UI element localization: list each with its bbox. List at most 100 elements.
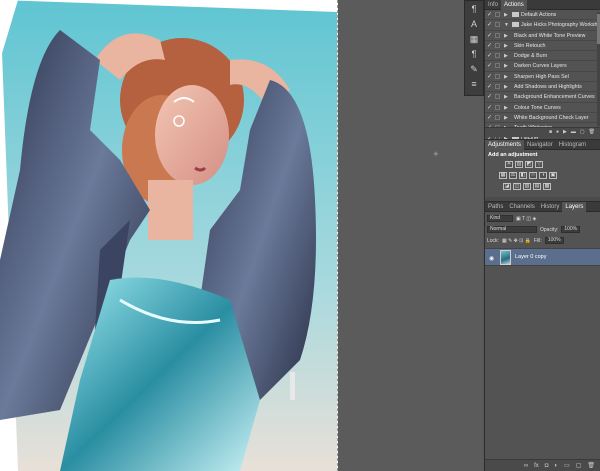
opacity-field[interactable]: 100% — [561, 226, 581, 233]
action-row[interactable]: ✓ ▶ Colour Tone Curves — [485, 103, 600, 113]
paragraph-icon[interactable]: ¶ — [465, 47, 483, 61]
tab-adjustments[interactable]: Adjustments — [485, 140, 525, 150]
toggle-check-icon[interactable]: ✓ — [487, 10, 492, 20]
dialog-toggle-icon[interactable] — [495, 22, 500, 28]
delete-layer-icon[interactable]: 🗑 — [587, 460, 595, 471]
expand-arrow-icon[interactable]: ▶ — [504, 72, 508, 82]
toggle-check-icon[interactable]: ✓ — [487, 72, 492, 82]
toggle-check-icon[interactable]: ✓ — [487, 92, 492, 102]
toggle-check-icon[interactable]: ✓ — [487, 82, 492, 92]
expand-arrow-icon[interactable]: ▶ — [504, 103, 508, 113]
record-icon[interactable]: ● — [556, 128, 559, 137]
link-layers-icon[interactable]: ∞ — [524, 460, 528, 471]
expand-arrow-icon[interactable]: ▶ — [504, 61, 508, 71]
toggle-check-icon[interactable]: ✓ — [487, 31, 492, 41]
brush-icon[interactable]: ✎ — [465, 62, 483, 76]
photo-filter-icon[interactable]: ◑ — [539, 172, 547, 179]
action-label: Black and White Tone Preview — [514, 32, 586, 39]
dialog-toggle-icon[interactable] — [495, 114, 500, 120]
layer-row[interactable]: ◉ Layer 0 copy — [485, 248, 600, 266]
info-panel-icon[interactable]: ¶ — [465, 2, 483, 16]
dialog-toggle-icon[interactable] — [495, 63, 500, 69]
lock-icons[interactable]: ▦ ✎ ✥ ⊡ 🔒 — [502, 238, 531, 244]
toggle-check-icon[interactable]: ✓ — [487, 103, 492, 113]
channel-mixer-icon[interactable]: ▣ — [549, 172, 557, 179]
visibility-eye-icon[interactable]: ◉ — [489, 255, 494, 262]
toggle-check-icon[interactable]: ✓ — [487, 20, 492, 30]
action-row[interactable]: ✓ ▶ White Background Check Layer — [485, 113, 600, 124]
toggle-check-icon[interactable]: ✓ — [487, 51, 492, 61]
add-mask-icon[interactable]: ◘ — [545, 460, 549, 471]
stop-recording-icon[interactable]: ■ — [549, 128, 552, 137]
expand-arrow-icon[interactable]: ▶ — [504, 51, 508, 61]
posterize-icon[interactable]: ◫ — [513, 183, 521, 190]
dialog-toggle-icon[interactable] — [495, 32, 500, 38]
levels-icon[interactable]: ▥ — [515, 161, 523, 168]
pasteboard[interactable] — [338, 0, 482, 471]
toggle-check-icon[interactable]: ✓ — [487, 41, 492, 51]
filter-icons[interactable]: ▣ T ◫ ◈ — [516, 216, 536, 222]
hue-saturation-icon[interactable]: ⚖ — [509, 172, 517, 179]
tab-paths[interactable]: Paths — [485, 202, 506, 212]
expand-arrow-icon[interactable]: ▶ — [504, 92, 508, 102]
dialog-toggle-icon[interactable] — [495, 104, 500, 110]
adjustment-layer-icon[interactable]: ◐ — [554, 460, 558, 471]
play-icon[interactable]: ▶ — [563, 128, 567, 137]
dialog-toggle-icon[interactable] — [495, 12, 500, 17]
toggle-check-icon[interactable]: ✓ — [487, 61, 492, 71]
dialog-toggle-icon[interactable] — [495, 84, 500, 90]
brightness-contrast-icon[interactable]: ☀ — [505, 161, 513, 168]
action-set-row[interactable]: ✓ ▶ Default Actions — [485, 10, 600, 21]
action-row[interactable]: ✓ ▶ Background Enhancement Curves — [485, 92, 600, 103]
action-row[interactable]: ✓ ▶ Black and White Tone Preview — [485, 31, 600, 41]
fill-field[interactable]: 100% — [544, 237, 564, 244]
vibrance-icon[interactable]: ▦ — [499, 172, 507, 179]
color-balance-icon[interactable]: ◧ — [519, 172, 527, 179]
tab-layers[interactable]: Layers — [562, 202, 587, 212]
tab-history[interactable]: History — [538, 202, 563, 212]
dialog-toggle-icon[interactable] — [495, 94, 500, 100]
new-action-icon[interactable]: ▢ — [580, 128, 585, 137]
dialog-toggle-icon[interactable] — [495, 53, 500, 59]
threshold-icon[interactable]: ▨ — [523, 183, 531, 190]
kind-filter-select[interactable]: Kind — [487, 215, 513, 222]
histogram-icon[interactable]: ▦ — [465, 32, 483, 46]
layer-comps-icon[interactable]: ≡ — [465, 77, 483, 91]
action-set-row[interactable]: ✓ ▼ Jake Hicks Photography Worksho... — [485, 20, 600, 31]
expand-arrow-icon[interactable]: ▼ — [504, 20, 509, 30]
expand-arrow-icon[interactable]: ▶ — [504, 113, 508, 123]
layer-name[interactable]: Layer 0 copy — [515, 254, 547, 260]
toggle-check-icon[interactable]: ✓ — [487, 113, 492, 123]
tab-actions[interactable]: Actions — [501, 0, 527, 10]
tab-info[interactable]: Info — [485, 0, 501, 10]
tab-navigator[interactable]: Navigator — [524, 140, 556, 150]
expand-arrow-icon[interactable]: ▶ — [504, 10, 508, 20]
exposure-icon[interactable]: ▽ — [535, 161, 543, 168]
curves-icon[interactable]: ◩ — [525, 161, 533, 168]
black-white-icon[interactable]: ♲ — [529, 172, 537, 179]
character-panel-icon[interactable]: A — [465, 17, 483, 31]
fx-icon[interactable]: fx — [534, 460, 539, 471]
panel-iconbar[interactable]: ¶ A ▦ ¶ ✎ ≡ — [464, 0, 484, 96]
tab-channels[interactable]: Channels — [506, 202, 537, 212]
dialog-toggle-icon[interactable] — [495, 73, 500, 79]
document-canvas[interactable] — [0, 0, 338, 471]
invert-icon[interactable]: ◪ — [503, 183, 511, 190]
trash-icon[interactable]: 🗑 — [589, 128, 595, 137]
dialog-toggle-icon[interactable] — [495, 42, 500, 48]
selective-color-icon[interactable]: ▩ — [543, 183, 551, 190]
expand-arrow-icon[interactable]: ▶ — [504, 82, 508, 92]
expand-arrow-icon[interactable]: ▶ — [504, 41, 508, 51]
action-row[interactable]: ✓ ▶ Darken Curves Layers — [485, 61, 600, 72]
blend-mode-select[interactable]: Normal — [487, 226, 537, 233]
gradient-map-icon[interactable]: ▤ — [533, 183, 541, 190]
action-row[interactable]: ✓ ▶ Skin Retouch — [485, 41, 600, 52]
tab-histogram[interactable]: Histogram — [556, 140, 589, 150]
new-set-icon[interactable]: ▬ — [571, 128, 576, 137]
expand-arrow-icon[interactable]: ▶ — [504, 31, 508, 41]
group-icon[interactable]: ▭ — [564, 460, 570, 471]
action-row[interactable]: ✓ ▶ Add Shadows and Highlights — [485, 82, 600, 93]
action-row[interactable]: ✓ ▶ Dodge & Burn — [485, 51, 600, 62]
new-layer-icon[interactable]: ▢ — [576, 460, 582, 471]
action-row[interactable]: ✓ ▶ Sharpen High Pass Sel — [485, 72, 600, 83]
